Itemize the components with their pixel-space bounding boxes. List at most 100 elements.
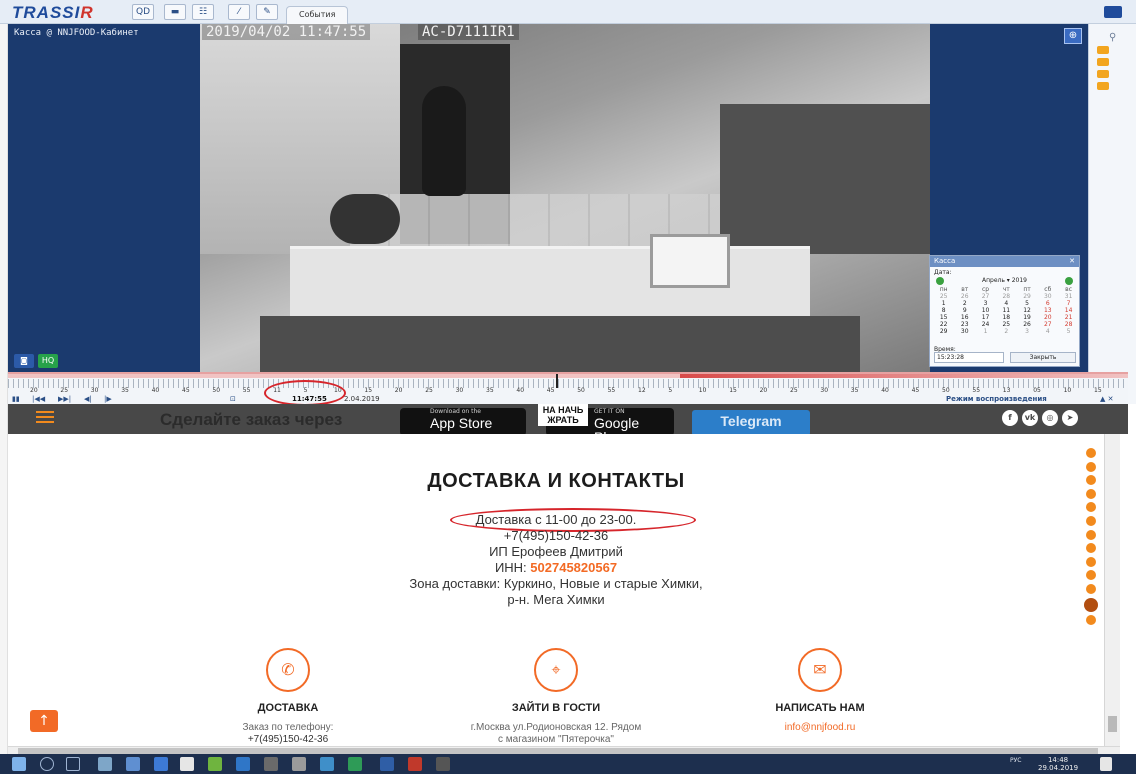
playback-timeline[interactable]: 20 25 30 35 40 45 50 55 11 5 10 15 20 25 30 35 40 45 50 55 1… xyxy=(8,372,1128,406)
app-icon[interactable] xyxy=(292,757,306,771)
fast-forward-button[interactable]: ▶▶| xyxy=(58,395,71,403)
calendar-time-input[interactable]: 15:23:28 xyxy=(934,352,1004,363)
calendar-day[interactable]: 29 xyxy=(933,328,954,335)
calendar-day[interactable]: 29 xyxy=(1017,293,1038,300)
calendar-day[interactable]: 23 xyxy=(954,321,975,328)
toolbar-button-draw[interactable]: ⁄ xyxy=(228,4,250,20)
telegram-button[interactable]: Telegram xyxy=(692,410,810,436)
prev-month-icon[interactable] xyxy=(936,277,944,285)
toolbar-button-grid[interactable]: ☷ xyxy=(192,4,214,20)
calendar-day[interactable]: 11 xyxy=(996,307,1017,314)
app-icon[interactable] xyxy=(98,757,112,771)
yandex-browser-icon[interactable] xyxy=(180,757,194,771)
calendar-year[interactable]: 2019 xyxy=(1012,277,1027,284)
windows-start-icon[interactable] xyxy=(12,757,26,771)
calendar-day[interactable]: 4 xyxy=(996,300,1017,307)
app-icon[interactable] xyxy=(126,757,140,771)
toolbar-button-layout[interactable]: ▬ xyxy=(164,4,186,20)
hq-button[interactable]: HQ xyxy=(38,354,58,368)
timeline-cursor[interactable] xyxy=(556,374,558,388)
calendar-day[interactable]: 10 xyxy=(975,307,996,314)
scroll-to-top-button[interactable]: ↑ xyxy=(30,710,58,732)
app-icon[interactable] xyxy=(348,757,362,771)
calendar-day[interactable]: 5 xyxy=(1058,328,1079,335)
feature-delivery-phone[interactable]: +7(495)150-42-36 xyxy=(168,734,408,745)
calendar-day[interactable]: 22 xyxy=(933,321,954,328)
calendar-day[interactable]: 1 xyxy=(975,328,996,335)
app-icon[interactable] xyxy=(208,757,222,771)
trassir-app-icon[interactable] xyxy=(380,757,394,771)
toolbar-button-qd[interactable]: QD xyxy=(132,4,154,20)
section-dot[interactable] xyxy=(1086,583,1096,594)
search-icon[interactable]: ⚲ xyxy=(1109,32,1116,43)
tray-clock[interactable]: 14:48 29.04.2019 xyxy=(1038,756,1078,772)
calendar-month[interactable]: Апрель xyxy=(982,277,1005,284)
calendar-day[interactable]: 25 xyxy=(933,293,954,300)
calendar-day[interactable]: 27 xyxy=(1037,321,1058,328)
vk-icon[interactable]: vk xyxy=(1022,410,1038,426)
section-dot-active[interactable] xyxy=(1084,597,1098,612)
calendar-day[interactable]: 2 xyxy=(996,328,1017,335)
rewind-button[interactable]: |◀◀ xyxy=(32,395,45,403)
calendar-day[interactable]: 30 xyxy=(954,328,975,335)
calendar-day[interactable]: 2 xyxy=(954,300,975,307)
expand-icon[interactable]: ▲ ✕ xyxy=(1100,395,1113,403)
zoom-in-icon[interactable]: ⊕ xyxy=(1064,28,1082,44)
appstore-button[interactable]: Download on the App Store xyxy=(400,408,526,436)
page-vertical-scrollbar[interactable] xyxy=(1104,434,1120,746)
calendar-day[interactable]: 31 xyxy=(1058,293,1079,300)
export-icon[interactable]: ⊡ xyxy=(230,395,236,403)
calendar-day[interactable]: 12 xyxy=(1017,307,1038,314)
camera-video-feed[interactable]: 2019/04/02 11:47:55 AC-D7111IR1 xyxy=(200,24,930,372)
page-horizontal-scrollbar[interactable] xyxy=(8,746,1120,754)
app-icon[interactable] xyxy=(236,757,250,771)
calendar-day[interactable]: 18 xyxy=(996,314,1017,321)
facebook-icon[interactable]: f xyxy=(1002,410,1018,426)
step-back-button[interactable]: ◀| xyxy=(84,395,92,403)
calendar-day[interactable]: 4 xyxy=(1037,328,1058,335)
next-month-icon[interactable] xyxy=(1065,277,1073,285)
calendar-day[interactable]: 21 xyxy=(1058,314,1079,321)
calendar-day[interactable]: 25 xyxy=(996,321,1017,328)
camera-marker-icon[interactable] xyxy=(1097,46,1109,54)
feature-email-link[interactable]: info@nnjfood.ru xyxy=(700,722,940,733)
app-icon[interactable] xyxy=(436,757,450,771)
section-dot[interactable] xyxy=(1086,488,1096,499)
calendar-day[interactable]: 7 xyxy=(1058,300,1079,307)
app-icon[interactable] xyxy=(154,757,168,771)
calendar-day[interactable]: 19 xyxy=(1017,314,1038,321)
calendar-day[interactable]: 9 xyxy=(954,307,975,314)
calendar-day[interactable]: 30 xyxy=(1037,293,1058,300)
calendar-day[interactable]: 3 xyxy=(975,300,996,307)
camera-marker-icon[interactable] xyxy=(1097,70,1109,78)
calendar-day[interactable]: 13 xyxy=(1037,307,1058,314)
calendar-day[interactable]: 6 xyxy=(1037,300,1058,307)
calendar-day[interactable]: 16 xyxy=(954,314,975,321)
camera-marker-icon[interactable] xyxy=(1097,82,1109,90)
calendar-day[interactable]: 28 xyxy=(996,293,1017,300)
close-icon[interactable]: ✕ xyxy=(1069,257,1075,265)
section-dot[interactable] xyxy=(1086,529,1096,540)
calendar-day[interactable]: 5 xyxy=(1017,300,1038,307)
section-dot[interactable] xyxy=(1086,502,1096,513)
notification-icon[interactable] xyxy=(1100,757,1112,771)
calendar-day[interactable]: 1 xyxy=(933,300,954,307)
step-forward-button[interactable]: |▶ xyxy=(104,395,112,403)
section-dot[interactable] xyxy=(1086,543,1096,554)
section-dot[interactable] xyxy=(1086,570,1096,581)
tray-language[interactable]: РУС xyxy=(1010,757,1021,764)
calendar-close-button[interactable]: Закрыть xyxy=(1010,352,1076,363)
calendar-day[interactable]: 24 xyxy=(975,321,996,328)
camera-marker-icon[interactable] xyxy=(1097,58,1109,66)
tab-events[interactable]: События xyxy=(286,6,349,24)
calendar-day[interactable]: 20 xyxy=(1037,314,1058,321)
game-icon[interactable] xyxy=(264,757,278,771)
camera-icon[interactable] xyxy=(1104,6,1122,18)
calendar-day[interactable]: 15 xyxy=(933,314,954,321)
toolbar-button-edit[interactable]: ✎ xyxy=(256,4,278,20)
telegram-icon[interactable]: ➤ xyxy=(1062,410,1078,426)
playback-mode-button[interactable]: Режим воспроизведения xyxy=(946,395,1047,403)
contact-phone[interactable]: +7(495)150-42-36 xyxy=(8,528,1104,543)
app-icon[interactable] xyxy=(320,757,334,771)
section-dot[interactable] xyxy=(1086,448,1096,458)
